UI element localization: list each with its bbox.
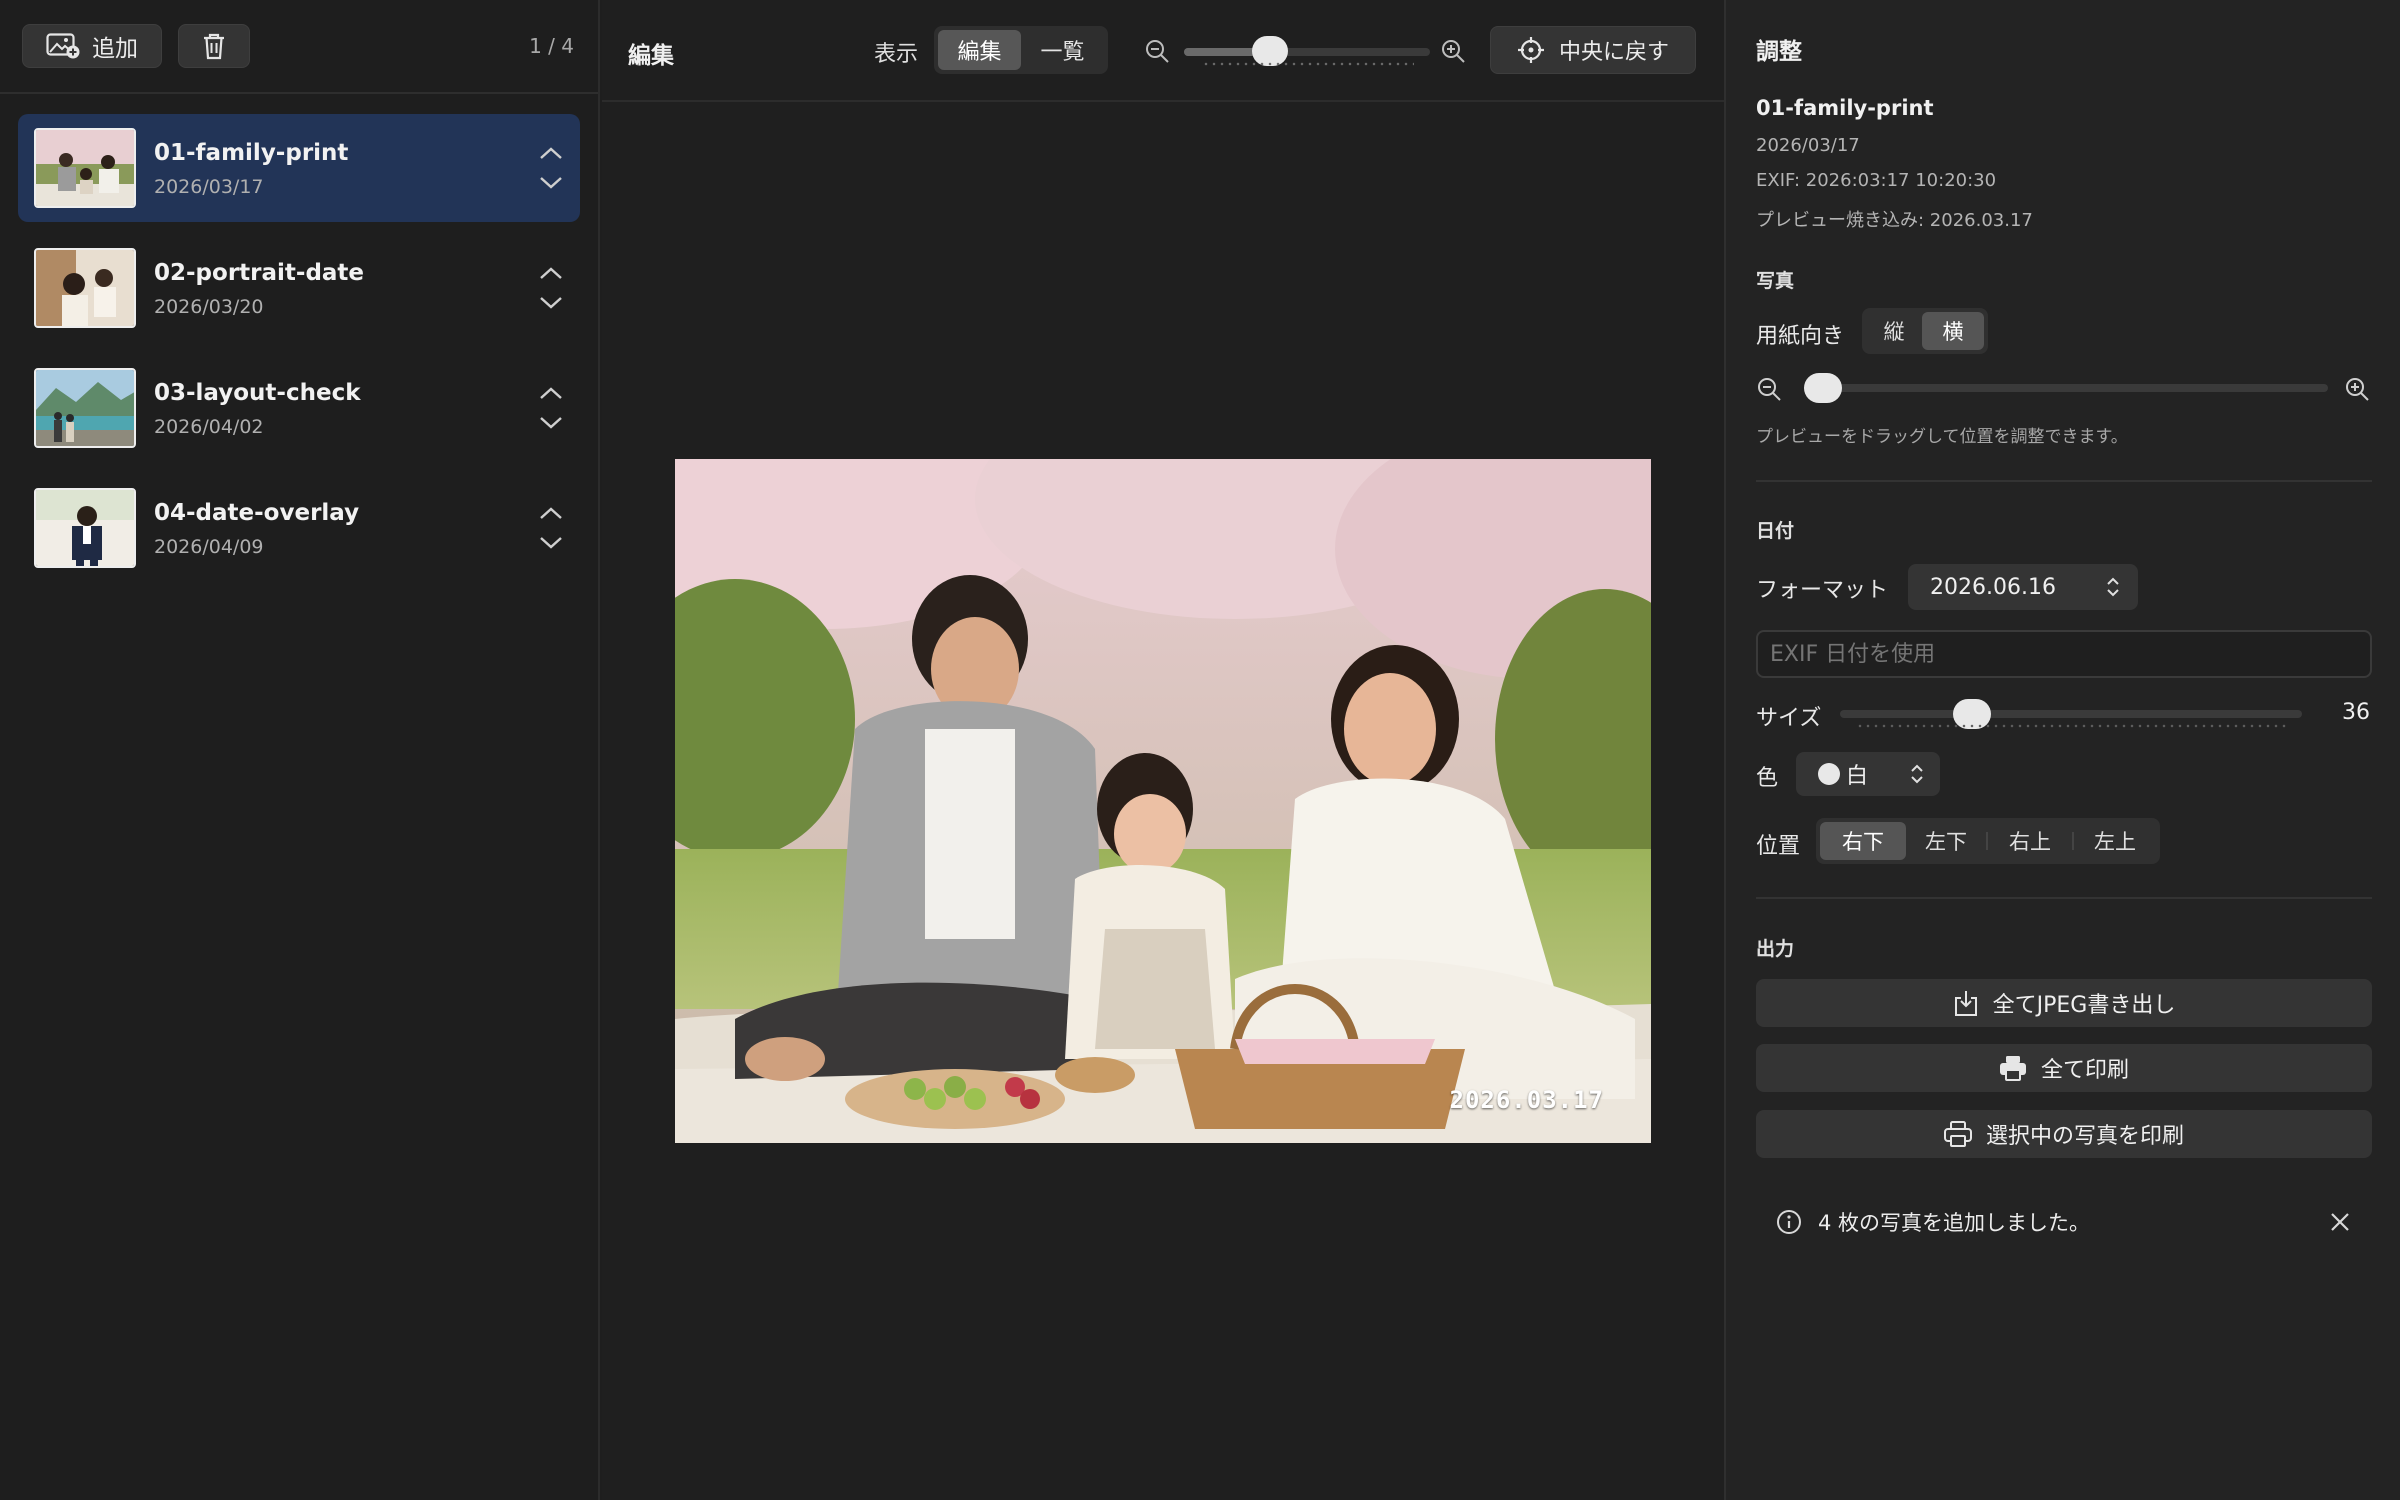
print-all-button[interactable]: 全て印刷 [1756, 1044, 2372, 1092]
recenter-label: 中央に戻す [1558, 40, 1669, 65]
orientation-label: 用紙向き [1756, 324, 1845, 349]
zoom-in-icon[interactable] [1440, 38, 1466, 64]
orientation-landscape-option[interactable]: 横 [1922, 312, 1984, 350]
item-name: 01-family-print [154, 140, 349, 166]
item-name: 04-date-overlay [154, 500, 360, 526]
close-icon[interactable] [2328, 1210, 2352, 1234]
list-item[interactable]: 03-layout-check 2026/04/02 [18, 354, 580, 462]
item-date: 2026/03/20 [154, 296, 264, 318]
view-label: 表示 [874, 42, 919, 67]
exif-date-input[interactable] [1756, 630, 2372, 678]
orientation-segmented-control: 縦 横 [1862, 308, 1988, 354]
trash-icon [204, 33, 224, 60]
output-section-heading: 出力 [1756, 938, 1795, 960]
view-mode-segmented-control: 編集 一覧 [934, 26, 1108, 74]
zoom-slider[interactable] [1184, 36, 1430, 66]
exif-info: EXIF: 2026:03:17 10:20:30 [1756, 170, 1997, 191]
position-top-right[interactable]: 右上 [1988, 822, 2072, 860]
item-date: 2026/04/02 [154, 416, 264, 438]
recenter-button[interactable]: 中央に戻す [1490, 26, 1696, 74]
print-selected-button[interactable]: 選択中の写真を印刷 [1756, 1110, 2372, 1158]
updown-chevron-icon [2107, 577, 2119, 597]
photo-list-sidebar: 追加 1 / 4 01-family-print 2026/03/17 02-p… [0, 0, 600, 1500]
add-photo-button[interactable]: 追加 [22, 24, 162, 68]
add-button-label: 追加 [92, 36, 138, 62]
reorder-chevrons-icon[interactable] [538, 264, 564, 312]
color-label: 色 [1756, 766, 1779, 791]
thumbnail-image [34, 248, 136, 328]
updown-chevron-icon [1911, 764, 1923, 784]
panel-title: 調整 [1756, 39, 1802, 65]
add-image-icon [46, 33, 80, 59]
zoom-slider-ticks [1202, 62, 1414, 66]
drag-hint: プレビューをドラッグして位置を調整できます。 [1756, 427, 2128, 447]
sidebar-toolbar: 追加 1 / 4 [0, 0, 598, 94]
zoom-out-icon[interactable] [1756, 376, 1782, 402]
position-bottom-right[interactable]: 右下 [1820, 822, 1906, 860]
toast-message: 4 枚の写真を追加しました。 [1818, 1211, 2091, 1235]
preview-baked-info: プレビュー焼き込み: 2026.03.17 [1756, 210, 2033, 231]
adjust-panel: 調整 01-family-print 2026/03/17 EXIF: 2026… [1724, 0, 2400, 1500]
list-item[interactable]: 04-date-overlay 2026/04/09 [18, 474, 580, 582]
item-date: 2026/04/09 [154, 536, 264, 558]
item-name: 03-layout-check [154, 380, 361, 406]
editor-toolbar: 編集 表示 編集 一覧 中央に戻す [602, 0, 1724, 102]
format-label: フォーマット [1756, 578, 1889, 603]
item-date: 2026/03/17 [154, 176, 264, 198]
color-select[interactable]: 白 [1796, 752, 1940, 796]
item-name: 02-portrait-date [154, 260, 365, 286]
printer-icon [1943, 1121, 1972, 1147]
list-item-selected[interactable]: 01-family-print 2026/03/17 [18, 114, 580, 222]
thumbnail-image [34, 128, 136, 208]
print-selected-label: 選択中の写真を印刷 [1985, 1124, 2184, 1149]
photo-preview[interactable]: 2026.03.17 [675, 459, 1651, 1143]
export-jpeg-label: 全てJPEG書き出し [1992, 993, 2176, 1018]
download-icon [1954, 991, 1977, 1016]
color-value: 白 [1846, 764, 1869, 789]
photo-zoom-knob[interactable] [1804, 373, 1842, 403]
printer-icon [1999, 1056, 2026, 1081]
format-value: 2026.06.16 [1930, 574, 2056, 600]
family-picnic-photo [675, 459, 1651, 1143]
export-jpeg-button[interactable]: 全てJPEG書き出し [1756, 979, 2372, 1027]
zoom-in-icon[interactable] [2344, 376, 2370, 402]
reorder-chevrons-icon[interactable] [538, 504, 564, 552]
position-top-left[interactable]: 左上 [2074, 822, 2156, 860]
editor-title: 編集 [628, 43, 674, 69]
color-swatch [1818, 763, 1840, 785]
delete-photo-button[interactable] [178, 24, 250, 68]
photo-counter: 1 / 4 [529, 34, 574, 58]
position-bottom-left[interactable]: 左下 [1906, 822, 1986, 860]
date-section-heading: 日付 [1756, 520, 1795, 542]
list-item[interactable]: 02-portrait-date 2026/03/20 [18, 234, 580, 342]
section-divider [1756, 897, 2372, 899]
photo-section-heading: 写真 [1756, 270, 1795, 292]
position-label: 位置 [1756, 834, 1801, 859]
size-value: 36 [2342, 700, 2370, 725]
editor-area: 編集 表示 編集 一覧 中央に戻す 2026.03.17 [602, 0, 1724, 1500]
info-icon [1777, 1210, 1801, 1234]
size-label: サイズ [1756, 706, 1822, 731]
orientation-portrait-option[interactable]: 縦 [1866, 312, 1922, 350]
print-all-label: 全て印刷 [2040, 1058, 2129, 1083]
thumbnail-image [34, 368, 136, 448]
notification-toast: 4 枚の写真を追加しました。 [1756, 1194, 2372, 1250]
tab-list[interactable]: 一覧 [1021, 30, 1104, 70]
reorder-chevrons-icon[interactable] [538, 384, 564, 432]
format-select[interactable]: 2026.06.16 [1908, 564, 2138, 610]
photo-zoom-slider[interactable] [1804, 373, 2328, 403]
crosshair-icon [1517, 37, 1544, 63]
thumbnail-image [34, 488, 136, 568]
section-divider [1756, 480, 2372, 482]
size-slider-ticks [1856, 724, 2286, 728]
file-name: 01-family-print [1756, 96, 1934, 120]
reorder-chevrons-icon[interactable] [538, 144, 564, 192]
file-date: 2026/03/17 [1756, 135, 1860, 156]
tab-edit[interactable]: 編集 [938, 30, 1021, 70]
zoom-out-icon[interactable] [1144, 38, 1170, 64]
position-segmented-control: 右下 左下 右上 左上 [1816, 818, 2160, 864]
size-slider[interactable] [1840, 699, 2302, 729]
photo-date-overlay: 2026.03.17 [1449, 1086, 1604, 1114]
